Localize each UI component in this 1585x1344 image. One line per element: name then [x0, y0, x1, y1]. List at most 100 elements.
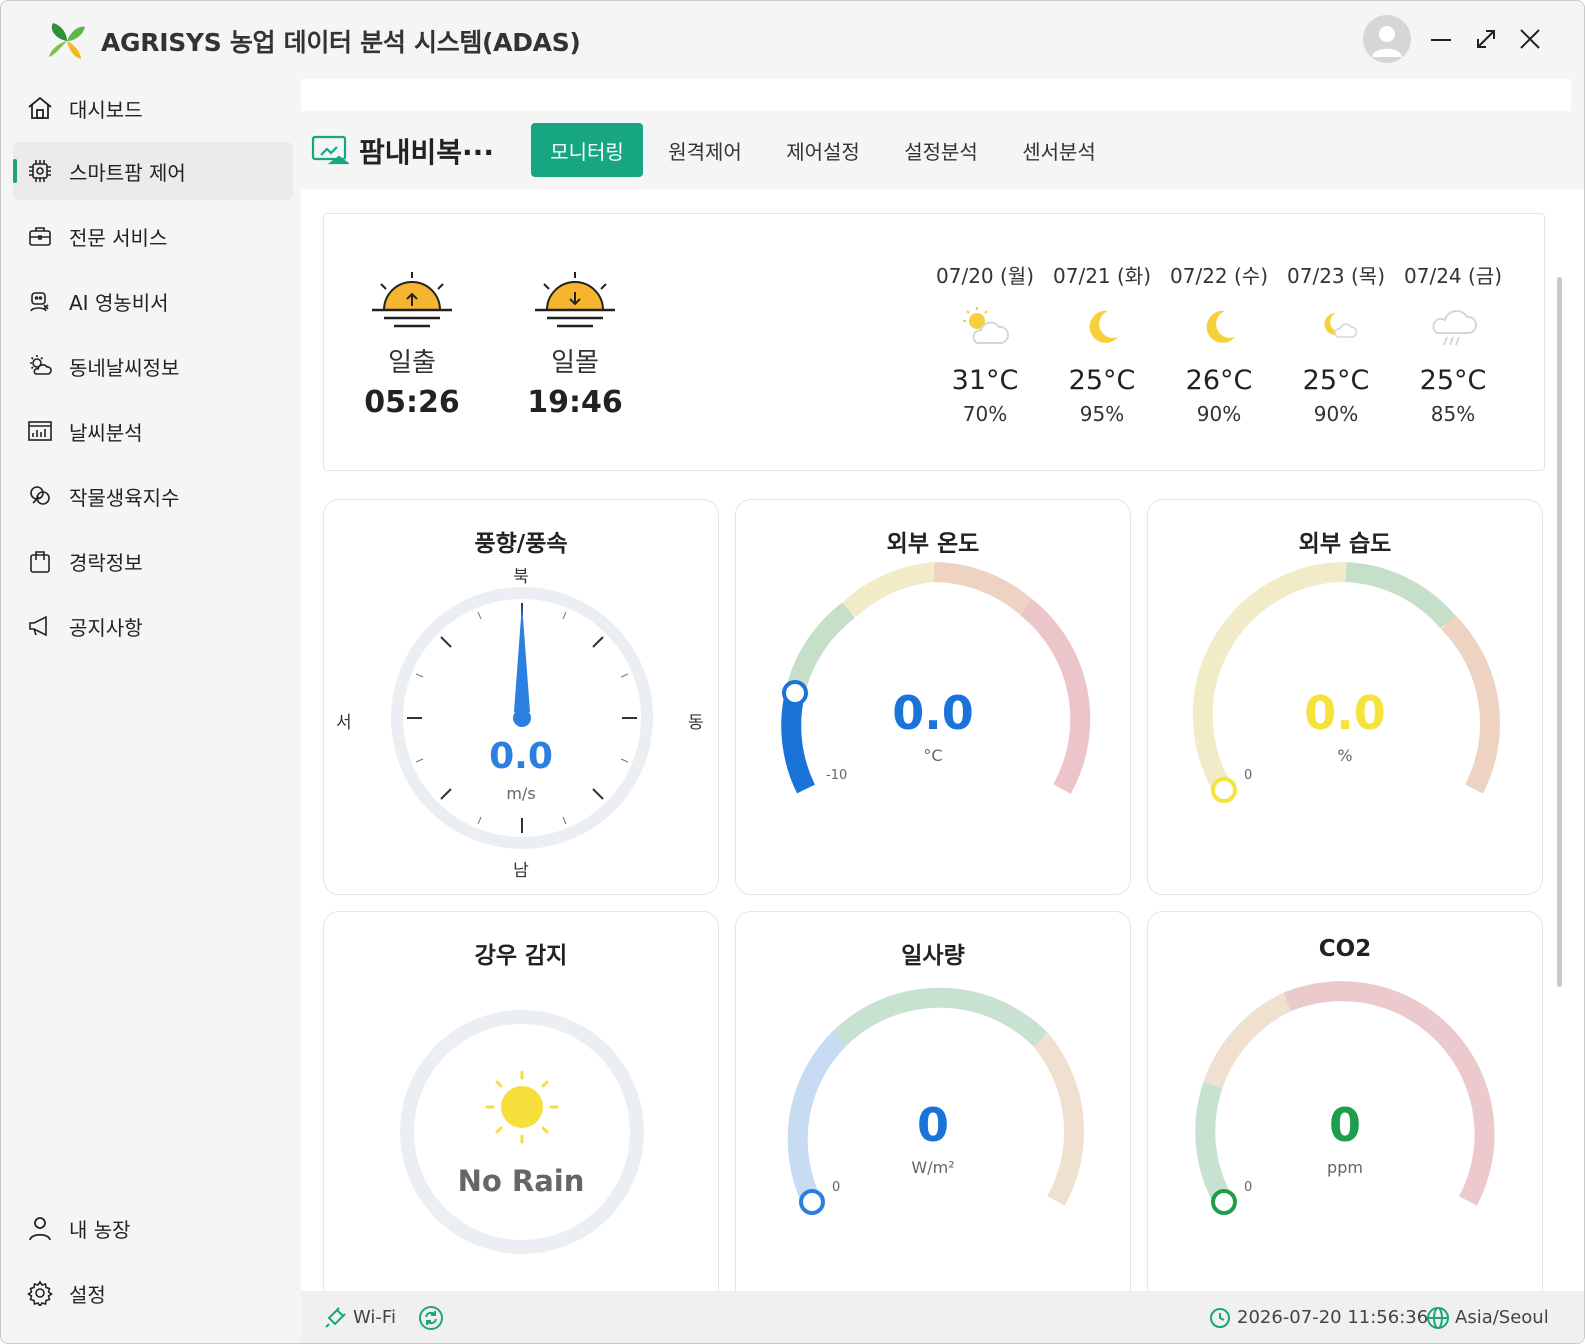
expand-icon	[1477, 30, 1495, 48]
sidebar-item-crop-growth[interactable]: 작물생육지수	[13, 467, 293, 525]
status-bar: Wi-Fi 2026-07-20 11:56:36 Asia/Seoul	[301, 1291, 1584, 1343]
forecast-temp: 25°C	[1419, 365, 1487, 396]
sidebar-item-label: 날씨분석	[69, 420, 143, 445]
forecast-temp: 26°C	[1185, 365, 1253, 396]
co2-gauge-card: CO2 0 0 ppm	[1147, 911, 1543, 1343]
solar-radiation-card: 일사량 0 0 W/m²	[735, 911, 1131, 1343]
temperature-min-label: -10	[826, 768, 848, 783]
leaves-icon	[30, 486, 50, 505]
weather-card: 일출 05:26 일몰 19:46 07/20 (월) 31°C 70% 07/…	[323, 213, 1545, 471]
solar-min-label: 0	[832, 1180, 841, 1195]
user-avatar[interactable]	[1363, 15, 1411, 63]
globe-icon	[1427, 1307, 1449, 1329]
clock-icon	[1210, 1308, 1230, 1328]
compass-south-label: 남	[513, 861, 529, 881]
temperature-unit: °C	[923, 746, 943, 765]
humidity-value: 0.0	[1304, 686, 1386, 740]
sunset-label: 일몰	[551, 348, 599, 378]
co2-value: 0	[1328, 1098, 1361, 1152]
forecast-humidity: 90%	[1313, 402, 1359, 426]
close-icon	[1520, 29, 1540, 49]
sidebar-item-expert-service[interactable]: 전문 서비스	[13, 207, 293, 265]
plug-icon	[325, 1307, 346, 1328]
sunrise-icon	[372, 272, 452, 328]
forecast-humidity: 95%	[1079, 402, 1125, 426]
timezone: Asia/Seoul	[1455, 1307, 1549, 1328]
sidebar-item-label: 대시보드	[69, 97, 143, 122]
tab-remote-control[interactable]: 원격제어	[653, 123, 757, 177]
sidebar-item-weather-analysis[interactable]: 날씨분석	[13, 402, 293, 460]
forecast-day: 07/23 (목) 25°C 90%	[1281, 260, 1391, 426]
sidebar-item-label: AI 영농비서	[69, 290, 169, 315]
sidebar-item-local-weather[interactable]: 동네날씨정보	[13, 337, 293, 395]
minimize-button[interactable]	[1425, 23, 1457, 55]
content-area: 일출 05:26 일몰 19:46 07/20 (월) 31°C 70% 07/…	[301, 189, 1571, 1343]
sidebar-item-auction-info[interactable]: 경락정보	[13, 532, 293, 590]
sunrise-label: 일출	[388, 348, 436, 378]
sunrise-time: 05:26	[364, 385, 460, 420]
sunset-time: 19:46	[527, 385, 623, 420]
user-icon	[29, 1217, 51, 1241]
refresh-icon[interactable]	[418, 1305, 444, 1331]
forecast-humidity: 90%	[1196, 402, 1242, 426]
sidebar-item-label: 설정	[69, 1282, 106, 1307]
co2-unit: ppm	[1327, 1158, 1363, 1177]
app-title: AGRISYS 농업 데이터 분석 시스템(ADAS)	[101, 28, 581, 57]
sidebar-item-settings[interactable]: 설정	[13, 1264, 293, 1322]
scrollbar-track[interactable]	[1571, 189, 1584, 1343]
sidebar-item-my-farm[interactable]: 내 농장	[13, 1199, 293, 1257]
sunrise-block: 일출 05:26	[362, 270, 462, 420]
farm-name[interactable]: 팜내비복···	[359, 131, 494, 171]
solar-unit: W/m²	[911, 1158, 955, 1177]
app-logo-icon	[49, 23, 85, 59]
sidebar-item-label: 경락정보	[69, 550, 143, 575]
moon-icon	[1089, 310, 1118, 343]
forecast-day: 07/21 (화) 25°C 95%	[1047, 260, 1157, 426]
sidebar-item-notices[interactable]: 공지사항	[13, 597, 293, 655]
compass-west-label: 서	[336, 713, 352, 733]
forecast-temp: 25°C	[1302, 365, 1370, 396]
sidebar-item-dashboard[interactable]: 대시보드	[13, 79, 293, 137]
sidebar-item-ai-assistant[interactable]: AI 영농비서	[13, 272, 293, 330]
maximize-button[interactable]	[1470, 23, 1502, 55]
partly-cloudy-sun-icon	[963, 307, 1010, 344]
title-bar: AGRISYS 농업 데이터 분석 시스템(ADAS)	[1, 1, 1584, 79]
main-panel: 팜내비복··· 모니터링 원격제어 제어설정 설정분석 센서분석 일출 05:2…	[301, 79, 1584, 1343]
wind-compass-dial	[391, 587, 653, 849]
wind-speed-value: 0.0	[489, 736, 553, 777]
humidity-unit: %	[1337, 746, 1353, 765]
sidebar-item-label: 내 농장	[69, 1217, 131, 1242]
chip-gear-icon	[29, 160, 51, 182]
sun-icon	[485, 1070, 559, 1144]
briefcase-icon	[29, 227, 51, 246]
gear-icon	[27, 1280, 53, 1306]
partly-cloudy-moon-icon	[1324, 312, 1358, 338]
home-icon	[28, 96, 52, 119]
sunset-icon	[535, 272, 615, 328]
tab-settings-analysis[interactable]: 설정분석	[889, 123, 993, 177]
sidebar-item-label: 스마트팜 제어	[69, 160, 186, 185]
sidebar-item-label: 동네날씨정보	[69, 355, 180, 380]
compass-east-label: 동	[688, 713, 704, 733]
gauge-pointer	[1211, 777, 1237, 803]
close-button[interactable]	[1514, 23, 1546, 55]
tab-bar: 팜내비복··· 모니터링 원격제어 제어설정 설정분석 센서분석	[301, 111, 1571, 189]
robot-icon	[30, 292, 49, 312]
compass-north-label: 북	[513, 567, 529, 587]
sidebar-item-smartfarm-control[interactable]: 스마트팜 제어	[13, 142, 293, 200]
tab-monitoring[interactable]: 모니터링	[531, 123, 643, 177]
forecast-temp: 31°C	[951, 365, 1019, 396]
scrollbar-thumb[interactable]	[1557, 277, 1562, 987]
forecast-date: 07/22 (수)	[1170, 264, 1268, 288]
rain-detect-card: 강우 감지 No Rain	[323, 911, 719, 1343]
sunset-block: 일몰 19:46	[525, 270, 625, 420]
megaphone-icon	[29, 615, 47, 637]
tab-sensor-analysis[interactable]: 센서분석	[1007, 123, 1111, 177]
rain-cloud-icon	[1432, 310, 1478, 346]
solar-value: 0	[916, 1098, 949, 1152]
sidebar-item-label: 공지사항	[69, 615, 143, 640]
monitor-icon	[311, 135, 349, 165]
wind-gauge-card: 풍향/풍속 북 남 서 동 0.0 m/s	[323, 499, 719, 895]
humidity-gauge-card: 외부 습도 0 0.0 %	[1147, 499, 1543, 895]
tab-control-settings[interactable]: 제어설정	[771, 123, 875, 177]
